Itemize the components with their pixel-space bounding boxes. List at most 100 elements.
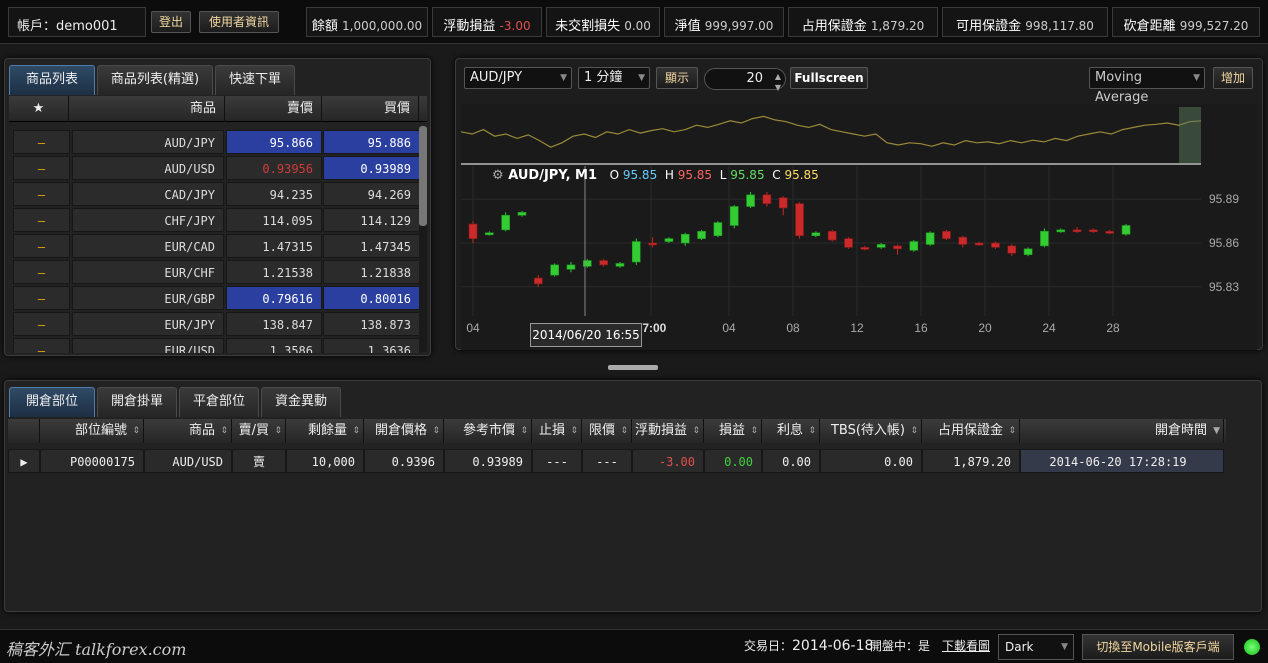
product-row[interactable]: – EUR/JPY 138.847 138.873 bbox=[13, 311, 421, 336]
show-button[interactable]: 顯示 bbox=[656, 67, 698, 89]
candle[interactable] bbox=[1040, 228, 1049, 248]
candle[interactable] bbox=[713, 221, 723, 238]
product-row[interactable]: – EUR/CHF 1.21538 1.21838 bbox=[13, 259, 421, 284]
column-header-market[interactable]: 參考市價 ⇕ bbox=[444, 419, 532, 443]
header-sell[interactable]: 賣價 bbox=[225, 96, 322, 122]
sort-icon[interactable]: ⇕ bbox=[220, 419, 228, 443]
sort-icon[interactable]: ⇕ bbox=[570, 419, 578, 443]
column-header-pl[interactable]: 損益 ⇕ bbox=[704, 419, 762, 443]
candle[interactable] bbox=[925, 231, 935, 246]
tab-closed-positions[interactable]: 平倉部位 bbox=[179, 387, 259, 417]
favorite-star-icon[interactable]: – bbox=[13, 234, 70, 258]
product-row[interactable]: – CAD/JPY 94.235 94.269 bbox=[13, 181, 421, 206]
sort-icon[interactable]: ⇕ bbox=[808, 419, 816, 443]
candlestick-chart[interactable]: 95.8995.8695.8304 17:00 04 08 12 16 20 24 28 bbox=[461, 104, 1257, 350]
column-header-limit[interactable]: 限價 ⇕ bbox=[582, 419, 632, 443]
download-chart-link[interactable]: 下載看圖 bbox=[940, 634, 992, 660]
sort-icon[interactable]: ⇕ bbox=[1008, 419, 1016, 443]
buy-price[interactable]: 0.93989 bbox=[323, 156, 420, 180]
column-header-side[interactable]: 賣/買 ⇕ bbox=[232, 419, 286, 443]
favorite-star-icon[interactable]: – bbox=[13, 208, 70, 232]
favorite-star-icon[interactable]: – bbox=[13, 156, 70, 180]
header-product[interactable]: 商品 bbox=[69, 96, 225, 122]
sort-icon[interactable]: ⇕ bbox=[620, 419, 628, 443]
tab-open-positions[interactable]: 開倉部位 bbox=[9, 387, 95, 417]
product-row[interactable]: – CHF/JPY 114.095 114.129 bbox=[13, 207, 421, 232]
tab-product-list[interactable]: 商品列表 bbox=[9, 65, 95, 95]
buy-price[interactable]: 1.3636 bbox=[323, 338, 420, 353]
column-header-margin[interactable]: 占用保證金 ⇕ bbox=[922, 419, 1020, 443]
favorite-star-icon[interactable]: – bbox=[13, 260, 70, 284]
sort-icon[interactable]: ⇕ bbox=[750, 419, 758, 443]
product-scrollbar-thumb[interactable] bbox=[419, 126, 427, 226]
buy-price[interactable]: 94.269 bbox=[323, 182, 420, 206]
buy-price[interactable]: 0.80016 bbox=[323, 286, 420, 310]
column-header-symbol[interactable]: 商品 ⇕ bbox=[144, 419, 232, 443]
sell-price[interactable]: 138.847 bbox=[226, 312, 322, 336]
column-header-tbs[interactable]: TBS(待入帳) ⇕ bbox=[820, 419, 922, 443]
favorite-star-icon[interactable]: – bbox=[13, 338, 70, 353]
product-row[interactable]: – EUR/CAD 1.47315 1.47345 bbox=[13, 233, 421, 258]
column-header-id[interactable]: 部位編號 ⇕ bbox=[40, 419, 144, 443]
tab-fund-transactions[interactable]: 資金異動 bbox=[261, 387, 341, 417]
overview-selection-handle[interactable] bbox=[1179, 107, 1201, 163]
sort-icon[interactable]: ⇕ bbox=[692, 419, 700, 443]
indicator-select[interactable]: Moving Average ▼ bbox=[1089, 67, 1205, 105]
buy-price[interactable]: 1.21838 bbox=[323, 260, 420, 284]
add-indicator-button[interactable]: 增加 bbox=[1213, 67, 1253, 89]
candle[interactable] bbox=[1023, 247, 1033, 257]
sort-icon[interactable]: ⇕ bbox=[432, 419, 440, 443]
candle[interactable] bbox=[582, 259, 592, 268]
candle[interactable] bbox=[631, 238, 641, 265]
sort-icon[interactable]: ▼ bbox=[1213, 419, 1220, 443]
theme-select[interactable]: Dark ▼ bbox=[998, 634, 1074, 660]
sort-icon[interactable]: ⇕ bbox=[910, 419, 918, 443]
candle[interactable] bbox=[942, 229, 951, 241]
candle[interactable] bbox=[795, 202, 804, 239]
buy-price[interactable]: 95.886 bbox=[323, 130, 420, 154]
candle[interactable] bbox=[729, 205, 739, 229]
sort-icon[interactable]: ⇕ bbox=[274, 419, 282, 443]
tab-product-list-featured[interactable]: 商品列表(精選) bbox=[97, 65, 213, 95]
column-header-expand[interactable] bbox=[8, 419, 40, 443]
product-row[interactable]: – EUR/USD 1.3586 1.3636 bbox=[13, 337, 421, 353]
fullscreen-button[interactable]: Fullscreen bbox=[790, 67, 868, 89]
user-info-button[interactable]: 使用者資訊 bbox=[199, 11, 279, 33]
sort-icon[interactable]: ⇕ bbox=[520, 419, 528, 443]
column-header-stop[interactable]: 止損 ⇕ bbox=[532, 419, 582, 443]
expand-row-icon[interactable]: ▶ bbox=[8, 449, 40, 473]
bar-count-stepper[interactable]: 20 ▲ ▼ bbox=[704, 68, 786, 92]
sell-price[interactable]: 114.095 bbox=[226, 208, 322, 232]
sort-icon[interactable]: ⇕ bbox=[132, 419, 140, 443]
tab-quick-order[interactable]: 快速下單 bbox=[215, 65, 295, 95]
candle[interactable] bbox=[1121, 224, 1131, 236]
candle[interactable] bbox=[697, 229, 706, 241]
favorite-star-icon[interactable]: – bbox=[13, 182, 70, 206]
candle[interactable] bbox=[501, 212, 510, 232]
sell-price[interactable]: 0.79616 bbox=[226, 286, 322, 310]
sell-price[interactable]: 95.866 bbox=[226, 130, 322, 154]
column-header-float-pl[interactable]: 浮動損益 ⇕ bbox=[632, 419, 704, 443]
candle[interactable] bbox=[844, 237, 853, 249]
column-header-time[interactable]: 開倉時間 ▼ bbox=[1020, 419, 1224, 443]
favorite-star-icon[interactable]: – bbox=[13, 130, 70, 154]
favorite-star-icon[interactable]: – bbox=[13, 312, 70, 336]
sort-icon[interactable]: ⇕ bbox=[352, 419, 360, 443]
logout-button[interactable]: 登出 bbox=[151, 11, 191, 33]
buy-price[interactable]: 1.47345 bbox=[323, 234, 420, 258]
product-scrollbar-track[interactable] bbox=[419, 126, 427, 352]
sell-price[interactable]: 1.3586 bbox=[226, 338, 322, 353]
product-row[interactable]: – AUD/USD 0.93956 0.93989 bbox=[13, 155, 421, 180]
buy-price[interactable]: 114.129 bbox=[323, 208, 420, 232]
mobile-switch-button[interactable]: 切換至Mobile版客戶端 bbox=[1082, 634, 1234, 660]
product-row[interactable]: – AUD/JPY 95.866 95.886 bbox=[13, 129, 421, 154]
candle[interactable] bbox=[827, 229, 837, 242]
candle[interactable] bbox=[550, 263, 559, 277]
interval-select[interactable]: 1 分鐘 ▼ bbox=[578, 67, 650, 89]
favorite-star-icon[interactable]: – bbox=[13, 286, 70, 310]
sell-price[interactable]: 1.21538 bbox=[226, 260, 322, 284]
tab-pending-orders[interactable]: 開倉掛單 bbox=[97, 387, 177, 417]
column-header-qty[interactable]: 剩餘量 ⇕ bbox=[286, 419, 364, 443]
sell-price[interactable]: 94.235 bbox=[226, 182, 322, 206]
symbol-select[interactable]: AUD/JPY ▼ bbox=[464, 67, 572, 89]
